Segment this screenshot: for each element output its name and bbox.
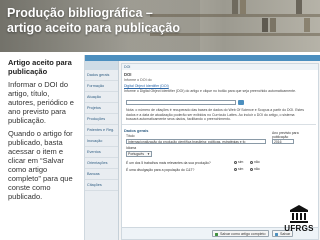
university-emblem-icon xyxy=(290,205,308,223)
doi-input[interactable] xyxy=(126,100,236,105)
language-label: Idioma xyxy=(126,146,137,150)
year-input[interactable]: 2016 xyxy=(272,139,294,144)
language-select[interactable]: Português ▼ xyxy=(126,151,152,157)
chevron-down-icon: ▼ xyxy=(147,152,150,156)
sidebar-item[interactable]: Patentes e Reg. xyxy=(85,125,118,136)
sidebar-item[interactable]: Orientações xyxy=(85,158,118,169)
divider xyxy=(122,124,316,125)
note-line: buscará automaticamente seus dados, faci… xyxy=(126,117,231,122)
form-subheading: Informe o DOI do xyxy=(124,78,152,82)
instruction-paragraph: Informar o DOI do artigo, título, autore… xyxy=(8,80,74,125)
sidebar-item[interactable]: Atuação xyxy=(85,92,118,103)
note-block: Nota: o número de citações é recuperado … xyxy=(124,108,316,122)
sidebar-header xyxy=(85,61,118,70)
title-label: Título xyxy=(126,134,135,138)
header-banner: Produção bibliográfica – artigo aceito p… xyxy=(0,0,320,52)
sidebar-item[interactable]: Citações xyxy=(85,180,118,191)
book xyxy=(232,0,238,14)
check-icon xyxy=(215,232,218,236)
language-select-value: Português xyxy=(128,152,144,156)
book xyxy=(262,18,268,32)
sidebar-item[interactable]: Eventos xyxy=(85,147,118,158)
sidebar-item[interactable]: Bancas xyxy=(85,169,118,180)
book xyxy=(304,18,310,32)
relevant-no-option[interactable]: não xyxy=(250,160,260,164)
sidebar-item[interactable]: Produções xyxy=(85,114,118,125)
sidebar-item[interactable]: Projetos xyxy=(85,103,118,114)
top-bar xyxy=(85,55,320,61)
disclosure-no-option[interactable]: não xyxy=(250,167,260,171)
save-as-complete-article-button[interactable]: Salvar como artigo completo xyxy=(212,230,269,237)
relevant-yes-label: sim xyxy=(238,160,244,164)
form-heading: DOI xyxy=(124,72,132,77)
radio-icon[interactable] xyxy=(250,160,253,164)
slide-title: Produção bibliográfica – artigo aceito p… xyxy=(7,6,180,36)
slide-title-line2: artigo aceito para publicação xyxy=(7,21,180,35)
note-line: Nota: o número de citações é recuperado … xyxy=(126,108,304,112)
section-title: Dados gerais xyxy=(124,128,149,133)
relevant-yes-option[interactable]: sim xyxy=(234,160,243,164)
slide-title-line1: Produção bibliográfica – xyxy=(7,6,153,20)
year-label: Ano previsto para publicação xyxy=(272,131,299,139)
doi-link[interactable]: Digital Object Identifier (DOI) xyxy=(124,84,169,88)
disclosure-yes-option[interactable]: sim xyxy=(234,167,243,171)
sidebar-item[interactable]: Formação xyxy=(85,81,118,92)
save-as-complete-article-label: Salvar como artigo completo xyxy=(220,232,266,236)
instruction-paragraph: Quando o artigo for publicado, basta ace… xyxy=(8,129,73,201)
radio-icon[interactable] xyxy=(250,167,253,171)
doi-fetch-button[interactable] xyxy=(238,100,244,105)
ufrgs-logo: UFRGS xyxy=(280,205,318,237)
logo-text: UFRGS xyxy=(284,224,314,233)
explanation-column: Artigo aceito para publicação Informar o… xyxy=(8,58,78,205)
disk-icon xyxy=(275,232,278,236)
disclosure-yes-label: sim xyxy=(238,167,244,171)
disclosure-label: É uma divulgação para a população do C&T… xyxy=(126,168,195,172)
relevant-no-label: não xyxy=(254,160,260,164)
radio-icon[interactable] xyxy=(234,167,237,171)
disclosure-no-label: não xyxy=(254,167,260,171)
title-input[interactable]: Internacionalização da produção científi… xyxy=(126,139,266,144)
book xyxy=(296,0,302,14)
caption: Artigo aceito para publicação xyxy=(8,58,72,76)
book xyxy=(270,18,276,32)
doi-instruction-full: Informe o Digital Object Identifier (DOI… xyxy=(124,88,296,93)
sidebar-item[interactable]: Dados gerais xyxy=(85,70,118,81)
radio-icon[interactable] xyxy=(234,160,237,164)
sidebar: Dados gerais Formação Atuação Projetos P… xyxy=(85,61,119,240)
relevant-label: É um dos 5 trabalhos mais relevantes da … xyxy=(126,161,211,165)
sidebar-item[interactable]: Inovação xyxy=(85,136,118,147)
book xyxy=(240,0,246,14)
